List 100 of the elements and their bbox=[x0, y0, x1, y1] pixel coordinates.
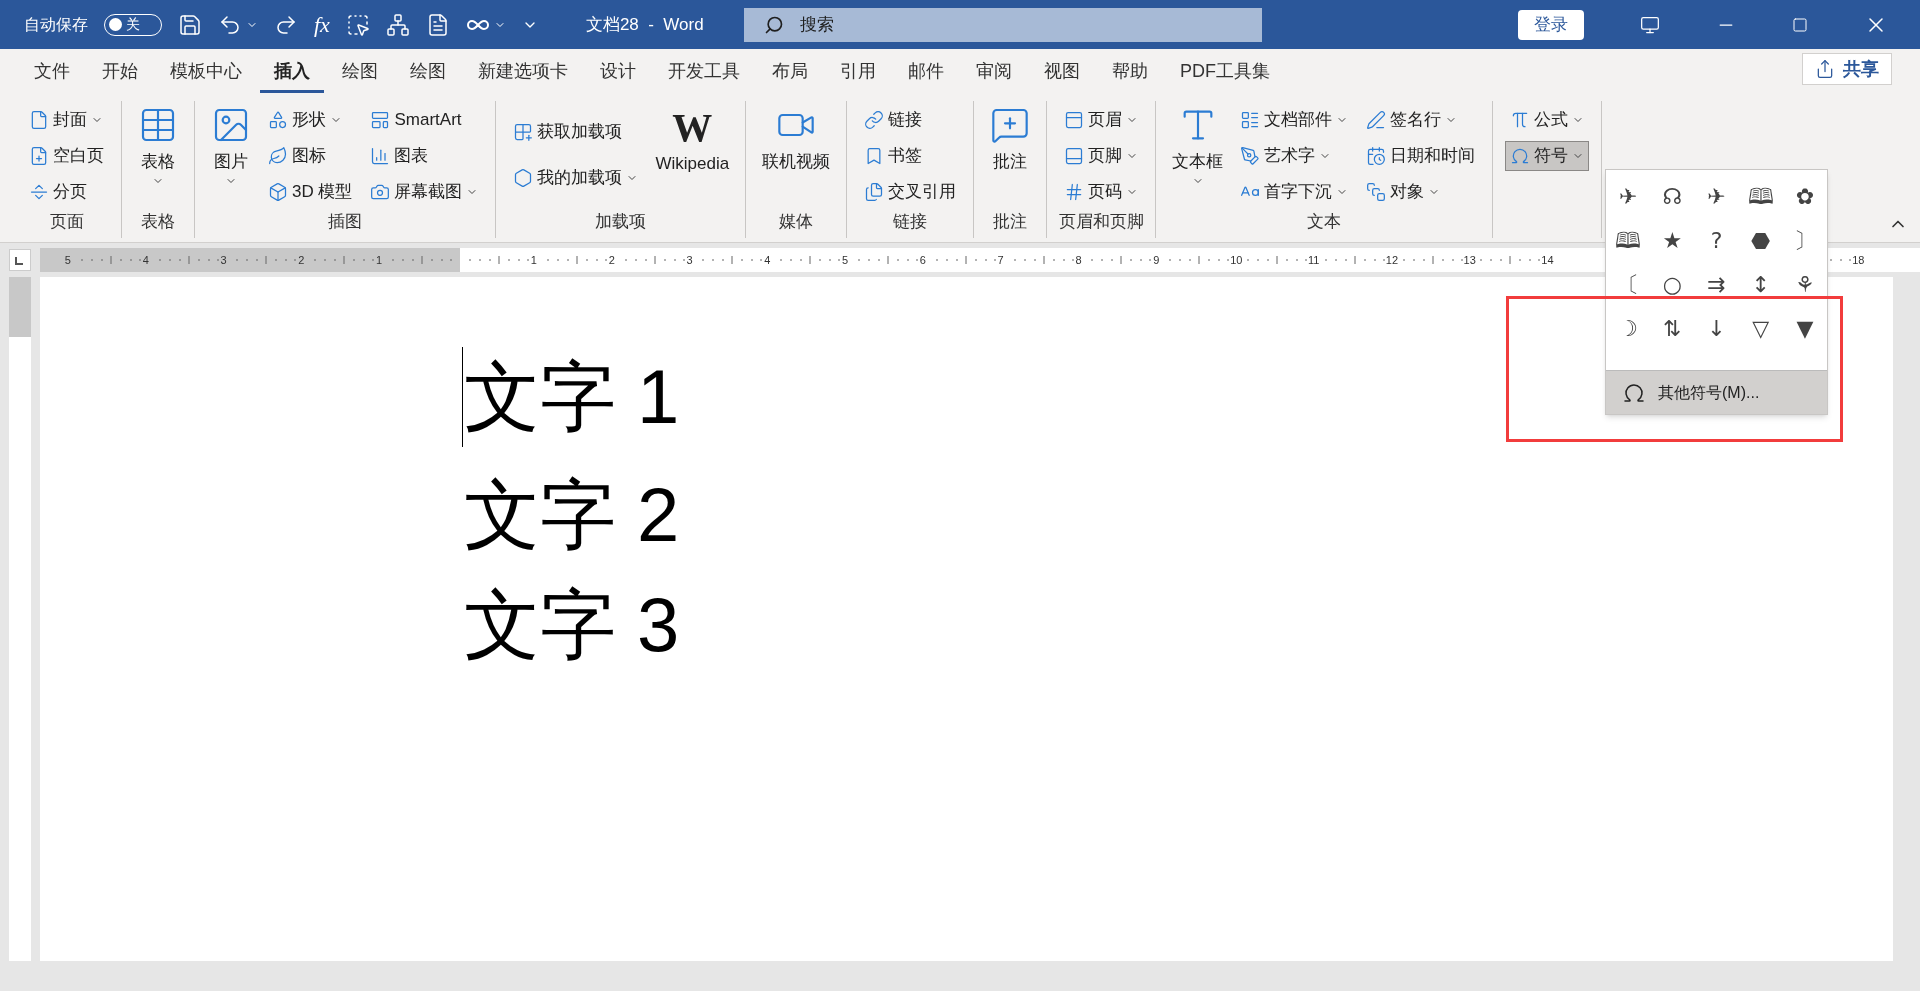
ruler-number: 3 bbox=[685, 252, 694, 268]
group-label: 批注 bbox=[992, 210, 1029, 233]
ribbon-tab[interactable]: 设计 bbox=[586, 53, 650, 93]
symbol-option[interactable]: ○ bbox=[1650, 262, 1695, 306]
ribbon-display-icon[interactable] bbox=[1640, 14, 1660, 35]
ribbon-button[interactable]: 图表 bbox=[365, 141, 484, 171]
symbol-option[interactable]: ✈ bbox=[1606, 174, 1651, 218]
symbol-option[interactable]: ⇅ bbox=[1650, 306, 1695, 350]
window-title: 文档28 - Word bbox=[585, 13, 704, 36]
ribbon-button[interactable]: 签名行 bbox=[1361, 105, 1481, 135]
ribbon-button[interactable]: 我的加载项 bbox=[508, 162, 644, 193]
ribbon-tab[interactable]: 布局 bbox=[758, 53, 822, 93]
ribbon-button[interactable]: 书签 bbox=[859, 141, 962, 171]
ribbon-icon bbox=[29, 110, 49, 130]
ribbon-tab[interactable]: 新建选项卡 bbox=[464, 53, 582, 93]
symbol-option[interactable]: ⇉ bbox=[1694, 262, 1739, 306]
search-placeholder: 搜索 bbox=[799, 13, 834, 36]
ribbon-icon bbox=[29, 182, 49, 202]
symbol-option[interactable]: ✿ bbox=[1782, 174, 1827, 218]
ribbon-button[interactable]: 形状 bbox=[263, 105, 358, 135]
symbol-option[interactable]: ▼ bbox=[1782, 306, 1827, 350]
symbol-option[interactable]: ⚘ bbox=[1782, 262, 1827, 306]
ribbon-button[interactable]: 页脚 bbox=[1059, 141, 1144, 171]
ribbon-tab[interactable]: 开发工具 bbox=[654, 53, 754, 93]
ribbon-button[interactable]: 文本框 bbox=[1164, 101, 1232, 209]
ribbon-button[interactable]: 页码 bbox=[1059, 177, 1144, 207]
ribbon-button[interactable]: 3D 模型 bbox=[263, 177, 358, 207]
login-button[interactable]: 登录 bbox=[1518, 9, 1584, 40]
document-paragraph: 文字 3 bbox=[464, 583, 680, 667]
ribbon-icon bbox=[1366, 110, 1387, 130]
ribbon-button[interactable]: 页眉 bbox=[1059, 105, 1144, 135]
search-icon bbox=[763, 14, 784, 35]
ribbon-tab[interactable]: 审阅 bbox=[962, 53, 1026, 93]
ruler-number: 7 bbox=[996, 252, 1005, 268]
ribbon-button[interactable]: 批注 bbox=[982, 101, 1039, 209]
ribbon-button[interactable]: 符号 bbox=[1505, 141, 1590, 171]
ribbon-button[interactable]: 日期和时间 bbox=[1361, 141, 1481, 171]
ribbon-button[interactable]: 图标 bbox=[263, 141, 358, 171]
ribbon-button[interactable]: 文档部件 bbox=[1235, 105, 1354, 135]
ribbon-icon bbox=[268, 146, 288, 166]
ribbon-icon bbox=[864, 182, 885, 202]
ribbon-icon bbox=[370, 146, 391, 166]
ribbon-button[interactable]: 空白页 bbox=[24, 141, 109, 171]
ribbon-button[interactable]: 屏幕截图 bbox=[365, 177, 484, 207]
ribbon-tab[interactable]: PDF工具集 bbox=[1166, 53, 1284, 93]
ribbon-button[interactable]: 首字下沉 bbox=[1235, 177, 1354, 207]
org-chart-icon[interactable] bbox=[385, 12, 410, 37]
ribbon-button[interactable]: SmartArt bbox=[365, 105, 484, 135]
symbol-option[interactable]: ⬣ bbox=[1738, 218, 1783, 262]
ribbon-button[interactable]: 交叉引用 bbox=[859, 177, 962, 207]
ruler-number: 2 bbox=[297, 252, 306, 268]
ribbon-tab[interactable]: 邮件 bbox=[894, 53, 958, 93]
symbol-option[interactable]: ▽ bbox=[1738, 306, 1783, 350]
symbol-option[interactable]: ↕ bbox=[1738, 262, 1783, 306]
ribbon-button[interactable]: 获取加载项 bbox=[508, 116, 644, 147]
ruler-number: 5 bbox=[64, 252, 72, 268]
autosave-label: 自动保存 bbox=[24, 14, 88, 35]
ruler-number: 4 bbox=[763, 252, 772, 268]
ribbon-tab[interactable]: 开始 bbox=[88, 53, 152, 93]
symbol-option[interactable]: ✈ bbox=[1694, 174, 1739, 218]
document-paragraph: 文字 2 bbox=[464, 473, 680, 557]
group-label: 媒体 bbox=[778, 210, 815, 233]
ribbon-button[interactable]: 表格 bbox=[130, 101, 186, 209]
ribbon-tab[interactable]: 绘图 bbox=[396, 53, 460, 93]
symbol-option[interactable]: 🕮 bbox=[1738, 174, 1783, 218]
ribbon-icon bbox=[1240, 146, 1261, 166]
ribbon-button[interactable]: 公式 bbox=[1505, 105, 1590, 135]
symbol-option[interactable]: ☊ bbox=[1650, 174, 1695, 218]
more-symbols-item[interactable]: 其他符号(M)... bbox=[1606, 370, 1827, 414]
share-button[interactable]: 共享 bbox=[1802, 53, 1892, 85]
ribbon-button[interactable]: 联机视频 bbox=[754, 101, 839, 209]
tab-stop-icon[interactable] bbox=[9, 249, 31, 271]
ribbon-button[interactable]: 图片 bbox=[203, 101, 259, 209]
search-field[interactable]: 搜索 bbox=[743, 7, 1262, 42]
ribbon-button[interactable]: 封面 bbox=[24, 105, 109, 135]
formula-button[interactable]: fx bbox=[314, 8, 330, 41]
select-icon[interactable] bbox=[345, 12, 370, 37]
restore-icon[interactable] bbox=[1792, 16, 1808, 33]
group-label: 加载项 bbox=[594, 210, 648, 233]
symbol-option[interactable]: ☽ bbox=[1606, 306, 1651, 350]
ribbon-tab[interactable]: 视图 bbox=[1030, 53, 1094, 93]
ribbon-tab[interactable]: 模板中心 bbox=[156, 53, 256, 93]
ribbon-button[interactable]: 对象 bbox=[1361, 177, 1481, 207]
symbol-option[interactable]: ↓ bbox=[1694, 306, 1739, 350]
ribbon-button[interactable]: W Wikipedia bbox=[647, 101, 738, 209]
save-icon[interactable] bbox=[178, 12, 202, 37]
symbol-option[interactable]: ? bbox=[1694, 218, 1739, 262]
symbol-option[interactable]: ★ bbox=[1650, 218, 1695, 262]
symbol-option[interactable]: 〔 bbox=[1606, 262, 1651, 306]
ribbon-tab[interactable]: 帮助 bbox=[1098, 53, 1162, 93]
symbol-option[interactable]: 🕮 bbox=[1606, 218, 1651, 262]
ruler-number: 5 bbox=[841, 252, 849, 268]
symbol-option[interactable]: 〕 bbox=[1782, 218, 1827, 262]
ribbon-tab[interactable]: 引用 bbox=[826, 53, 890, 93]
ribbon-tab[interactable]: 绘图 bbox=[328, 53, 392, 93]
ribbon-button[interactable]: 链接 bbox=[859, 105, 962, 135]
ribbon-button[interactable]: 艺术字 bbox=[1235, 141, 1354, 171]
ruler-number: 4 bbox=[141, 252, 150, 268]
ribbon-tab[interactable]: 文件 bbox=[20, 53, 84, 93]
ribbon-button[interactable]: 分页 bbox=[24, 177, 109, 207]
